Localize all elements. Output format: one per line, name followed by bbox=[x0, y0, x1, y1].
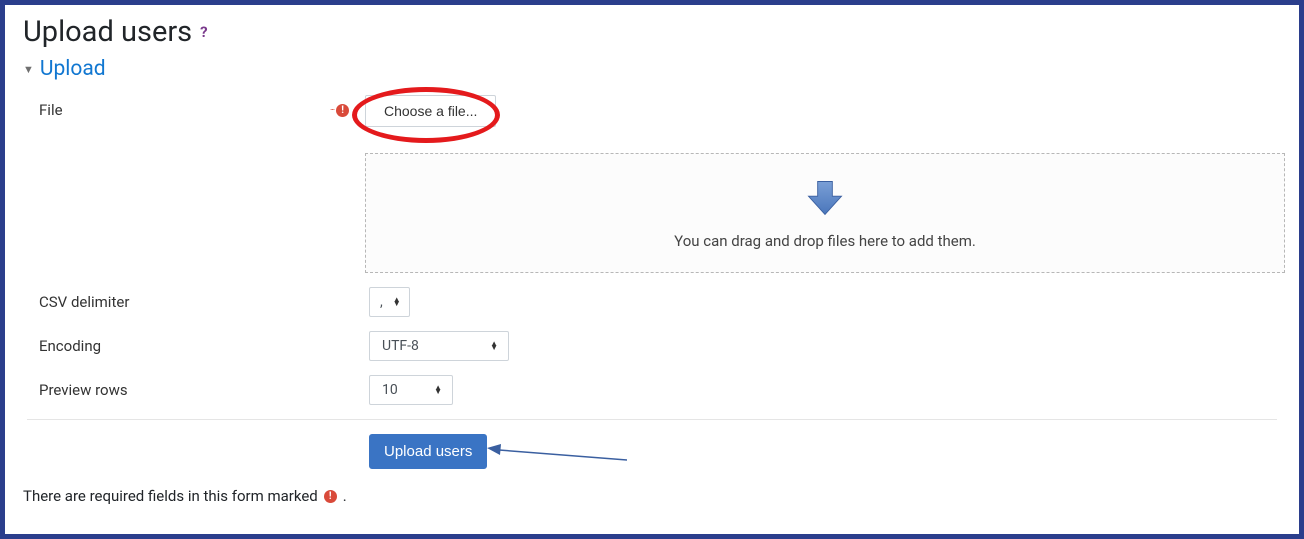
divider bbox=[27, 419, 1277, 420]
annotation-arrow-icon bbox=[487, 444, 627, 468]
csv-delimiter-value: , bbox=[380, 294, 383, 310]
help-icon[interactable]: ? bbox=[200, 23, 207, 41]
form-row-preview-rows: Preview rows 10 ▲▼ bbox=[19, 375, 1285, 405]
required-note-suffix: . bbox=[343, 487, 347, 505]
preview-rows-label: Preview rows bbox=[39, 375, 369, 399]
preview-rows-value: 10 bbox=[382, 382, 398, 398]
select-caret-icon: ▲▼ bbox=[490, 342, 498, 350]
file-dropzone[interactable]: You can drag and drop files here to add … bbox=[365, 153, 1285, 273]
page-frame: Upload users ? ▼ Upload File ··· ! Choos… bbox=[0, 0, 1304, 539]
page-title: Upload users ? bbox=[19, 15, 1285, 49]
select-caret-icon: ▲▼ bbox=[393, 298, 401, 306]
csv-delimiter-select[interactable]: , ▲▼ bbox=[369, 287, 410, 317]
file-control: ··· ! Choose a file... You can d bbox=[365, 95, 1285, 273]
section-toggle-upload[interactable]: ▼ Upload bbox=[19, 57, 1285, 81]
required-indicator: ··· ! bbox=[330, 104, 349, 117]
download-arrow-icon bbox=[803, 176, 847, 220]
caret-down-icon: ▼ bbox=[23, 63, 34, 76]
section-title: Upload bbox=[40, 57, 106, 81]
required-icon: ! bbox=[336, 104, 349, 117]
form-row-encoding: Encoding UTF-8 ▲▼ bbox=[19, 331, 1285, 361]
required-icon: ! bbox=[324, 490, 337, 503]
upload-users-button[interactable]: Upload users bbox=[369, 434, 487, 469]
form-row-csv-delimiter: CSV delimiter , ▲▼ bbox=[19, 287, 1285, 317]
csv-delimiter-label: CSV delimiter bbox=[39, 287, 369, 311]
preview-rows-select[interactable]: 10 ▲▼ bbox=[369, 375, 453, 405]
required-fields-note: There are required fields in this form m… bbox=[19, 487, 1285, 505]
required-dots: ··· bbox=[330, 106, 334, 116]
select-caret-icon: ▲▼ bbox=[434, 386, 442, 394]
encoding-select[interactable]: UTF-8 ▲▼ bbox=[369, 331, 509, 361]
form-row-file: File ··· ! Choose a file... bbox=[19, 95, 1285, 273]
required-note-prefix: There are required fields in this form m… bbox=[23, 487, 318, 505]
choose-file-button[interactable]: Choose a file... bbox=[365, 95, 496, 127]
submit-row: Upload users bbox=[19, 434, 1285, 469]
encoding-value: UTF-8 bbox=[382, 338, 419, 354]
file-label: File bbox=[39, 95, 365, 119]
page-title-text: Upload users bbox=[23, 15, 192, 49]
encoding-label: Encoding bbox=[39, 331, 369, 355]
dropzone-text: You can drag and drop files here to add … bbox=[674, 232, 976, 250]
